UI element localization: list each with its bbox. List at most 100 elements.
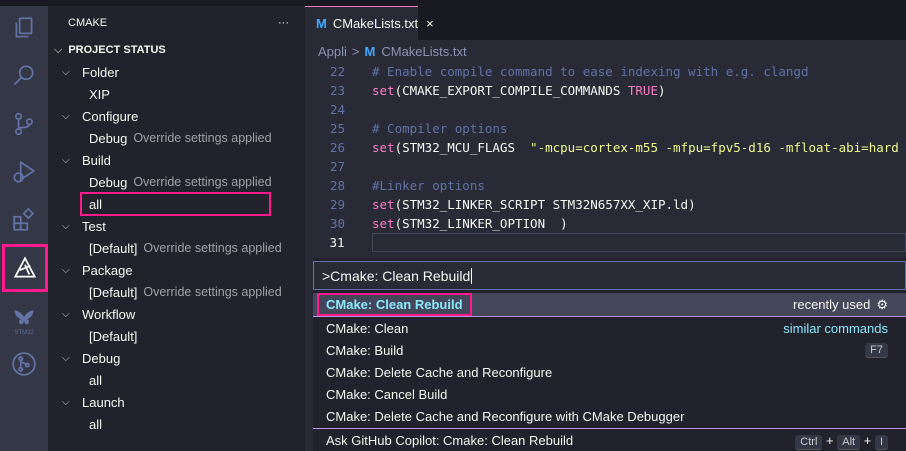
token: set (372, 83, 395, 98)
item-label: [Default] (89, 328, 138, 344)
tree-group-folder[interactable]: ⌵ Folder (48, 61, 305, 83)
chevron-down-icon: ⌵ (62, 264, 70, 276)
tree-item[interactable]: XIP (48, 83, 305, 105)
item-annotation: recently used ⚙ (793, 297, 888, 313)
tree-item[interactable]: Debug Override settings applied (48, 171, 305, 193)
tree-item[interactable]: Debug Override settings applied (48, 127, 305, 149)
tree-group-launch[interactable]: ⌵ Launch (48, 391, 305, 413)
more-actions-button[interactable]: ··· (278, 17, 289, 29)
code-line: 28 #Linker options (305, 176, 906, 195)
code-line: 29 set(STM32_LINKER_SCRIPT STM32N657XX_XI… (305, 195, 906, 214)
line-text: #Linker options (372, 178, 485, 193)
key: Alt (837, 434, 861, 450)
run-debug-icon[interactable] (0, 150, 48, 194)
group-label: Workflow (82, 306, 136, 322)
command-input[interactable]: >Cmake: Clean Rebuild (313, 261, 906, 290)
tree-group-configure[interactable]: ⌵ Configure (48, 105, 305, 127)
token: # Enable compile command to ease indexin… (372, 64, 809, 79)
tree-group-test[interactable]: ⌵ Test (48, 215, 305, 237)
tree-item[interactable]: [Default] (48, 325, 305, 347)
plus: + (826, 432, 834, 448)
command-item[interactable]: CMake: Delete Cache and Reconfigure (313, 361, 906, 383)
tree-item[interactable]: [Default] Override settings applied (48, 281, 305, 303)
code-line: 27 (305, 157, 906, 176)
token: set (372, 197, 395, 212)
item-label: all (89, 416, 103, 432)
line-number: 24 (329, 102, 345, 117)
item-description: Override settings applied (143, 285, 282, 299)
key: I (874, 434, 888, 450)
code-line: 30 set(STM32_LINKER_OPTION ) (305, 214, 906, 233)
extensions-icon[interactable] (0, 198, 48, 242)
gear-icon[interactable]: ⚙ (876, 297, 888, 312)
search-icon[interactable] (0, 54, 48, 98)
tree-group-debug[interactable]: ⌵ Debug (48, 347, 305, 369)
stm32-icon[interactable]: STM32 (0, 296, 48, 340)
token: (STM32_LINKER_OPTION ) (394, 216, 568, 231)
token: (STM32_LINKER_SCRIPT STM32N657XX_XIP.ld) (394, 197, 696, 212)
line-text: set(STM32_LINKER_SCRIPT STM32N657XX_XIP.… (372, 197, 696, 212)
chevron-down-icon: ⌵ (62, 352, 70, 364)
keybinding: F7 (865, 342, 888, 358)
line-number: 22 (329, 64, 345, 79)
token: "-mcpu=cortex-m55 -mfpu=fpv5-d16 -mfloat… (530, 140, 899, 155)
annotation-text: recently used (793, 296, 871, 312)
tree-item[interactable]: all (48, 369, 305, 391)
copilot-item[interactable]: Ask GitHub Copilot: Cmake: Clean Rebuild… (313, 429, 906, 451)
command-item[interactable]: CMake: Build F7 (313, 339, 906, 361)
code-area[interactable]: 22 # Enable compile command to ease index… (305, 62, 906, 252)
code-line: 26 set(STM32_MCU_FLAGS "-mcpu=cortex-m55 … (305, 138, 906, 157)
tree-item[interactable]: all (48, 413, 305, 435)
project-status-section[interactable]: ⌵ PROJECT STATUS (48, 39, 305, 61)
group-label: Launch (82, 394, 125, 410)
line-text: set(STM32_LINKER_OPTION ) (372, 216, 568, 231)
code-line: 22 # Enable compile command to ease index… (305, 62, 906, 81)
sidebar-title: CMAKE (68, 16, 108, 29)
keybinding: Ctrl + Alt + I (795, 432, 888, 450)
item-label: all (89, 372, 103, 388)
breadcrumb-folder[interactable]: Appli (318, 44, 347, 59)
command-item[interactable]: CMake: Cancel Build (313, 383, 906, 405)
chevron-down-icon: ⌵ (62, 110, 70, 122)
tree-group-build[interactable]: ⌵ Build (48, 149, 305, 171)
chevron-down-icon: ⌵ (62, 154, 70, 166)
item-annotation: similar commands (783, 321, 888, 336)
tab-cmakelists[interactable]: M CMakeLists.txt × (305, 6, 434, 40)
line-number: 28 (329, 178, 345, 193)
activity-bar: STM32 (0, 6, 48, 451)
tree-group-package[interactable]: ⌵ Package (48, 259, 305, 281)
token: TRUE (627, 83, 658, 98)
tree-item[interactable]: all (80, 192, 271, 216)
line-text: set(STM32_MCU_FLAGS "-mcpu=cortex-m55 -m… (372, 140, 899, 155)
tree-group-workflow[interactable]: ⌵ Workflow (48, 303, 305, 325)
group-label: Package (82, 262, 133, 278)
cmake-icon[interactable] (2, 244, 48, 292)
token: #Linker options (372, 178, 485, 193)
token: set (372, 216, 395, 231)
command-item[interactable]: CMake: Delete Cache and Reconfigure with… (313, 405, 906, 427)
breadcrumb-file[interactable]: CMakeLists.txt (381, 44, 466, 59)
command-item[interactable]: CMake: Clean Rebuild recently used ⚙ (313, 293, 906, 317)
item-description: Override settings applied (133, 131, 272, 145)
chevron-down-icon: ⌵ (54, 43, 63, 56)
cmake-file-icon: M (364, 43, 376, 59)
line-text: # Compiler options (372, 121, 507, 136)
token: # Compiler options (372, 121, 508, 136)
token: set (372, 140, 395, 155)
group-label: Folder (82, 64, 119, 80)
token: ) (657, 83, 666, 98)
command-input-value: >Cmake: Clean Rebuild (322, 267, 471, 284)
line-number: 27 (329, 159, 345, 174)
tree-item[interactable]: [Default] Override settings applied (48, 237, 305, 259)
source-control-icon[interactable] (0, 102, 48, 146)
command-item[interactable]: CMake: Clean similar commands (313, 317, 906, 339)
line-number: 23 (329, 83, 345, 98)
cmake-sidebar: CMAKE ··· ⌵ PROJECT STATUS ⌵ Folder XIP ⌵ Conf… (48, 6, 305, 451)
close-icon[interactable]: × (426, 16, 434, 31)
line-text: # Enable compile command to ease indexin… (372, 64, 809, 79)
item-label: CMake: Delete Cache and Reconfigure (326, 364, 553, 380)
explorer-icon[interactable] (0, 6, 48, 50)
breadcrumb: Appli > M CMakeLists.txt (305, 40, 906, 62)
code-line: 31 (305, 233, 906, 252)
git-graph-icon[interactable] (0, 342, 48, 386)
